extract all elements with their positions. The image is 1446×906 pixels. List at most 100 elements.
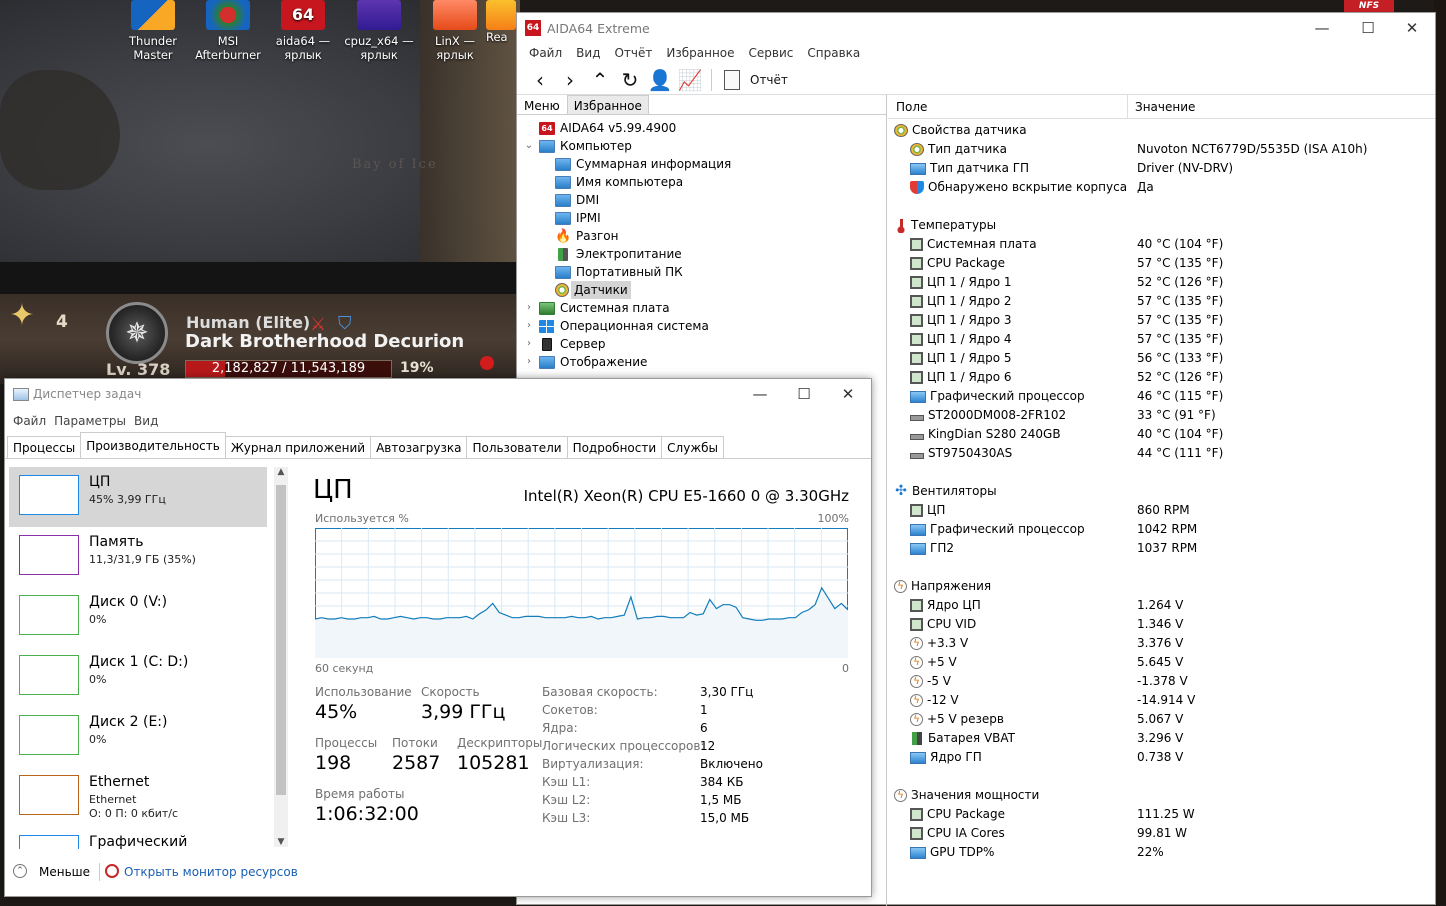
column-value[interactable]: Значение: [1128, 95, 1195, 118]
menu-favorites[interactable]: Избранное: [660, 43, 740, 65]
sensor-row[interactable]: ЦП 860 RPM: [888, 501, 1435, 520]
menu-service[interactable]: Сервис: [743, 43, 800, 65]
minimize-button[interactable]: —: [1299, 13, 1345, 43]
tree-item[interactable]: › Системная плата: [523, 299, 670, 317]
tab-app-history[interactable]: Журнал приложений: [224, 436, 372, 458]
sensor-group[interactable]: ϟ Напряжения: [888, 577, 1435, 596]
desktop-icon-aida64[interactable]: 64 aida64 — ярлык: [268, 0, 338, 62]
tab-favorites[interactable]: Избранное: [566, 95, 649, 114]
sensor-row[interactable]: Ядро ГП 0.738 V: [888, 748, 1435, 767]
sensor-row[interactable]: CPU Package 57 °C (135 °F): [888, 254, 1435, 273]
minimize-button[interactable]: —: [737, 379, 783, 409]
sensor-row[interactable]: CPU Package 111.25 W: [888, 805, 1435, 824]
sensor-row[interactable]: Графический процессор 1042 RPM: [888, 520, 1435, 539]
taskmgr-titlebar[interactable]: Диспетчер задач — ☐ ✕: [5, 379, 871, 411]
chevron-right-icon[interactable]: ›: [523, 335, 535, 353]
menu-view[interactable]: Вид: [130, 411, 162, 433]
chevron-right-icon[interactable]: ›: [523, 317, 535, 335]
menu-report[interactable]: Отчёт: [608, 43, 658, 65]
sensor-row[interactable]: Обнаружено вскрытие корпуса Да: [888, 178, 1435, 197]
close-button[interactable]: ✕: [1389, 13, 1435, 43]
sensor-row[interactable]: CPU IA Cores 99.81 W: [888, 824, 1435, 843]
tab-processes[interactable]: Процессы: [7, 436, 82, 458]
user-icon[interactable]: 👤: [645, 67, 675, 93]
maximize-button[interactable]: ☐: [1345, 13, 1391, 43]
tab-menu[interactable]: Меню: [517, 95, 567, 114]
tree-item[interactable]: Датчики: [555, 281, 631, 299]
fewer-details-button[interactable]: Меньше: [39, 865, 90, 879]
tab-users[interactable]: Пользователи: [466, 436, 568, 458]
sensor-row[interactable]: KingDian S280 240GB 40 °C (104 °F): [888, 425, 1435, 444]
tree-item[interactable]: › Операционная система: [523, 317, 709, 335]
sensor-row[interactable]: Батарея VBAT 3.296 V: [888, 729, 1435, 748]
column-field[interactable]: Поле: [888, 95, 1128, 118]
sensor-row[interactable]: ЦП 1 / Ядро 2 57 °C (135 °F): [888, 292, 1435, 311]
resource-item[interactable]: Диск 1 (C: D:) 0%: [9, 647, 267, 707]
resource-item[interactable]: Графический процессор: [9, 827, 267, 849]
open-resource-monitor-link[interactable]: Открыть монитор ресурсов: [124, 865, 298, 879]
aida64-titlebar[interactable]: 64 AIDA64 Extreme — ☐ ✕: [517, 13, 1435, 43]
menu-view[interactable]: Вид: [570, 43, 606, 65]
desktop-icon-msi-afterburner[interactable]: MSI Afterburner: [193, 0, 263, 62]
menu-file[interactable]: Файл: [523, 43, 568, 65]
tab-services[interactable]: Службы: [661, 436, 725, 458]
resource-item[interactable]: Ethernet Ethernet О: 0 П: 0 кбит/с: [9, 767, 267, 827]
chart-icon[interactable]: 📈: [675, 67, 705, 93]
chevron-right-icon[interactable]: ›: [523, 299, 535, 317]
sensor-row[interactable]: ST2000DM008-2FR102 33 °C (91 °F): [888, 406, 1435, 425]
sensor-row[interactable]: ϟ +5 V резерв 5.067 V: [888, 710, 1435, 729]
tab-performance[interactable]: Производительность: [80, 432, 226, 458]
sensor-row[interactable]: GPU TDP% 22%: [888, 843, 1435, 862]
resource-item[interactable]: ЦП 45% 3,99 ГГц: [9, 467, 267, 527]
sensor-row[interactable]: ЦП 1 / Ядро 3 57 °C (135 °F): [888, 311, 1435, 330]
tab-startup[interactable]: Автозагрузка: [370, 436, 468, 458]
sensor-row[interactable]: ЦП 1 / Ядро 5 56 °C (133 °F): [888, 349, 1435, 368]
sensor-group[interactable]: Свойства датчика: [888, 121, 1435, 140]
sensor-row[interactable]: ЦП 1 / Ядро 1 52 °C (126 °F): [888, 273, 1435, 292]
sensor-row[interactable]: Ядро ЦП 1.264 V: [888, 596, 1435, 615]
sensor-group[interactable]: ϟ Значения мощности: [888, 786, 1435, 805]
close-button[interactable]: ✕: [825, 379, 871, 409]
menu-options[interactable]: Параметры: [50, 411, 130, 433]
tree-item[interactable]: 🔥 Разгон: [555, 227, 618, 245]
maximize-button[interactable]: ☐: [781, 379, 827, 409]
sensor-row[interactable]: CPU VID 1.346 V: [888, 615, 1435, 634]
sensor-row[interactable]: ЦП 1 / Ядро 4 57 °C (135 °F): [888, 330, 1435, 349]
desktop-icon-cpuz[interactable]: cpuz_x64 — ярлык: [344, 0, 414, 62]
menu-help[interactable]: Справка: [801, 43, 866, 65]
scrollbar-thumb[interactable]: [276, 485, 286, 795]
tree-item[interactable]: Имя компьютера: [555, 173, 683, 191]
tree-item[interactable]: › Отображение: [523, 353, 647, 371]
up-icon[interactable]: ⌃: [585, 67, 615, 93]
back-icon[interactable]: ‹: [525, 67, 555, 93]
sensor-row[interactable]: ϟ -12 V -14.914 V: [888, 691, 1435, 710]
resource-item[interactable]: Память 11,3/31,9 ГБ (35%): [9, 527, 267, 587]
sensor-row[interactable]: Тип датчика Nuvoton NCT6779D/5535D (ISA A…: [888, 140, 1435, 159]
desktop-icon-linx[interactable]: LinX — ярлык: [420, 0, 490, 62]
forward-icon[interactable]: ›: [555, 67, 585, 93]
report-icon[interactable]: [724, 69, 740, 90]
desktop-icon-rea[interactable]: Rea: [486, 0, 518, 44]
sensor-row[interactable]: Тип датчика ГП Driver (NV-DRV): [888, 159, 1435, 178]
sensor-row[interactable]: ЦП 1 / Ядро 6 52 °C (126 °F): [888, 368, 1435, 387]
resource-list-scrollbar[interactable]: ▲ ▼: [274, 467, 288, 847]
resource-item[interactable]: Диск 2 (E:) 0%: [9, 707, 267, 767]
scroll-down-icon[interactable]: ▼: [274, 837, 288, 847]
tree-item[interactable]: Портативный ПК: [555, 263, 683, 281]
refresh-icon[interactable]: ↻: [615, 67, 645, 93]
tree-item[interactable]: 64 AIDA64 v5.99.4900: [523, 119, 676, 137]
sensor-row[interactable]: ϟ -5 V -1.378 V: [888, 672, 1435, 691]
desktop-icon-thunder-master[interactable]: Thunder Master: [118, 0, 188, 62]
chevron-up-icon[interactable]: ⌃: [13, 864, 27, 878]
sensor-row[interactable]: ST9750430AS 44 °C (111 °F): [888, 444, 1435, 463]
tree-item[interactable]: ⌄ Компьютер: [523, 137, 632, 155]
sensor-row[interactable]: ϟ +3.3 V 3.376 V: [888, 634, 1435, 653]
chevron-right-icon[interactable]: ›: [523, 353, 535, 371]
tree-item[interactable]: Суммарная информация: [555, 155, 731, 173]
tree-item[interactable]: DMI: [555, 191, 599, 209]
sensor-group[interactable]: ✣ Вентиляторы: [888, 482, 1435, 501]
chevron-down-icon[interactable]: ⌄: [523, 137, 535, 155]
menu-file[interactable]: Файл: [9, 411, 50, 433]
resource-item[interactable]: Диск 0 (V:) 0%: [9, 587, 267, 647]
resource-monitor-icon[interactable]: [105, 864, 119, 878]
